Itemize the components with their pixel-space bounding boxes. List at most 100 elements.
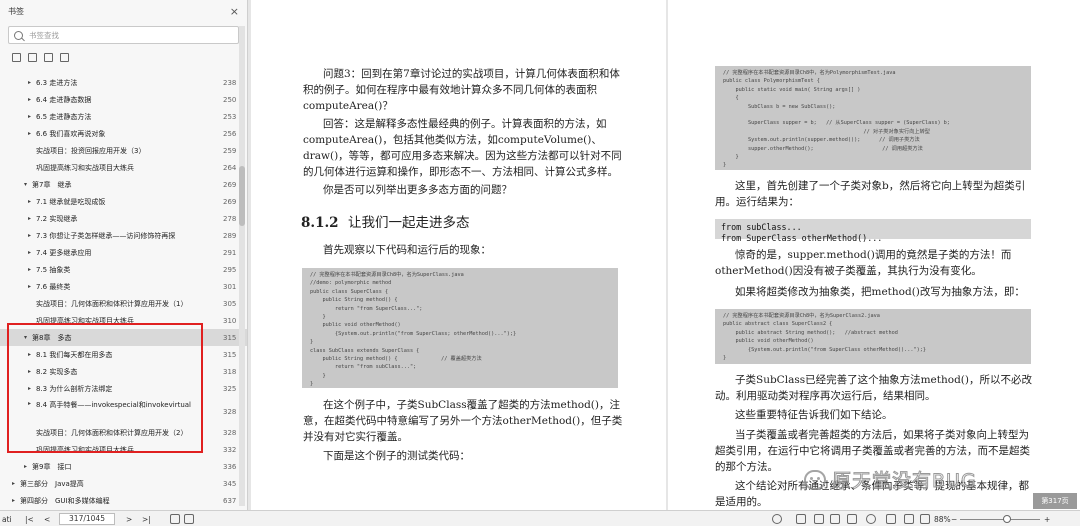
paragraph: 惊奇的是，supper.method()调用的竟然是子类的方法！而otherMe… (715, 249, 1012, 277)
toc-item-page: 332 (223, 445, 237, 454)
collapse-all-icon[interactable] (28, 53, 37, 62)
play-icon[interactable] (866, 514, 876, 524)
page-badge: 第317页 (1033, 493, 1077, 509)
toc-item[interactable]: ▾ 第7章 继承 269 (0, 176, 247, 193)
toc-item[interactable]: ▸ 7.3 你想让子类怎样继承——访问修饰符再探 289 (0, 227, 247, 244)
expanded-arrow-icon[interactable]: ▾ (24, 334, 27, 341)
toc-item[interactable]: ▸ 6.4 走进静态数据 250 (0, 91, 247, 108)
toc-item[interactable]: ▸ 第四部分 GUI和多媒体编程 637 (0, 492, 247, 509)
last-page-button[interactable]: >| (142, 513, 151, 525)
collapsed-arrow-icon[interactable]: ▸ (12, 497, 15, 504)
paragraph: 回答：这是解释多态性最经典的例子。计算表面积的方法，如computeArea()… (303, 118, 622, 178)
collapsed-arrow-icon[interactable]: ▸ (28, 400, 31, 407)
toc-item-page: 256 (223, 129, 237, 138)
collapsed-arrow-icon[interactable]: ▸ (28, 385, 31, 392)
single-page-icon[interactable] (814, 514, 824, 524)
dual-page-icon[interactable] (796, 514, 806, 524)
toc-item[interactable]: ▸ 7.4 更多继承应用 291 (0, 244, 247, 261)
toc-item[interactable]: 巩固提高练习和实战项目大练兵 332 (0, 441, 247, 458)
collapsed-arrow-icon[interactable]: ▸ (24, 463, 27, 470)
collapsed-arrow-icon[interactable]: ▸ (28, 266, 31, 273)
fit-page-icon[interactable] (886, 514, 896, 524)
toc-item-label: 7.2 实现继承 (36, 214, 78, 223)
toc-item[interactable]: ▸ 8.4 高手特餐——invokespecial和invokevirtual 32… (0, 397, 247, 424)
toc-item-page: 278 (223, 214, 237, 223)
toc-item[interactable]: ▸ 第三部分 Java提高 345 (0, 475, 247, 492)
toc-item-page: 328 (223, 428, 237, 437)
toc-item[interactable]: ▸ 7.6 最终类 301 (0, 278, 247, 295)
paragraph: 下面是这个例子的测试类代码： (323, 450, 470, 462)
collapsed-arrow-icon[interactable]: ▸ (12, 480, 15, 487)
sidebar-scrollbar[interactable] (239, 26, 245, 506)
expand-all-icon[interactable] (12, 53, 21, 62)
toc-item[interactable]: ▸ 6.6 我们喜欢再说对象 256 (0, 125, 247, 142)
toc-item-page: 637 (223, 496, 237, 505)
fit-width-icon[interactable] (904, 514, 914, 524)
output-block: from subClass... from SuperClass otherMe… (715, 219, 1031, 243)
expanded-arrow-icon[interactable]: ▾ (24, 181, 27, 188)
toc-item[interactable]: ▾ 第8章 多态 315 (0, 329, 247, 346)
bookmark-tree: ▸ 6.3 走进方法 238 ▸ 6.4 走进静态数据 250 ▸ 6.5 走进静态方法 253… (0, 74, 247, 526)
close-icon[interactable]: × (230, 5, 239, 18)
toc-item[interactable]: ▸ 8.1 我们每天都在用多态 315 (0, 346, 247, 363)
zoom-in-button[interactable]: + (1044, 513, 1050, 525)
next-page-button[interactable]: > (126, 513, 132, 525)
collapsed-arrow-icon[interactable]: ▸ (28, 96, 31, 103)
pdf-reader-window: 书签 × 书签查找 ▸ 6.3 走进方法 238 ▸ 6.4 走进静态数据 250 ▸ 6.5… (0, 0, 1080, 526)
zoom-slider-knob[interactable] (1003, 515, 1011, 523)
toc-item[interactable]: ▸ 第9章 接口 336 (0, 458, 247, 475)
toc-item[interactable]: ▸ 8.3 为什么剖析方法绑定 325 (0, 380, 247, 397)
paragraph: 子类SubClass已经完善了这个抽象方法method()，所以不必改动。利用驱… (715, 374, 1032, 402)
scrollbar-thumb[interactable] (239, 166, 245, 226)
toc-item[interactable]: ▸ 8.2 实现多态 318 (0, 363, 247, 380)
toc-item[interactable]: 实战项目：投资回报应用开发（3） 259 (0, 142, 247, 159)
collapsed-arrow-icon[interactable]: ▸ (28, 283, 31, 290)
add-bookmark-icon[interactable] (44, 53, 53, 62)
zoom-level: 88% (934, 514, 951, 524)
forward-icon[interactable] (184, 514, 194, 524)
toc-item-label: 7.3 你想让子类怎样继承——访问修饰符再探 (36, 231, 176, 240)
toc-item[interactable]: 巩固提高练习和实战项目大练兵 310 (0, 312, 247, 329)
collapsed-arrow-icon[interactable]: ▸ (28, 232, 31, 239)
toc-item-label: 6.3 走进方法 (36, 78, 78, 87)
page-number-input[interactable]: 317/1045 (59, 513, 115, 525)
back-icon[interactable] (170, 514, 180, 524)
toc-item-label: 8.2 实现多态 (36, 367, 78, 376)
toc-item-page: 310 (223, 316, 237, 325)
left-label: ati (2, 514, 12, 524)
eye-icon[interactable] (772, 514, 782, 524)
toc-item-page: 238 (223, 78, 237, 87)
zoom-slider[interactable] (960, 519, 1040, 520)
collapsed-arrow-icon[interactable]: ▸ (28, 351, 31, 358)
prev-page-button[interactable]: < (44, 513, 50, 525)
collapsed-arrow-icon[interactable]: ▸ (28, 113, 31, 120)
toc-item-page: 295 (223, 265, 237, 274)
collapsed-arrow-icon[interactable]: ▸ (28, 130, 31, 137)
bookmark-search-input[interactable]: 书签查找 (8, 26, 239, 44)
toc-item-page: 315 (223, 333, 237, 342)
collapsed-arrow-icon[interactable]: ▸ (28, 368, 31, 375)
collapsed-arrow-icon[interactable]: ▸ (28, 215, 31, 222)
first-page-button[interactable]: |< (25, 513, 34, 525)
continuous-page-icon[interactable] (830, 514, 840, 524)
zoom-out-button[interactable]: − (951, 513, 957, 525)
toc-item[interactable]: ▸ 7.1 继承就是吃现成饭 269 (0, 193, 247, 210)
book-view-icon[interactable] (847, 514, 857, 524)
toc-item[interactable]: 实战项目：几何体面积和体积计算应用开发（2） 328 (0, 424, 247, 441)
toc-item[interactable]: 实战项目：几何体面积和体积计算应用开发（1） 305 (0, 295, 247, 312)
toc-item[interactable]: 巩固提高练习和实战项目大练兵 264 (0, 159, 247, 176)
rotate-icon[interactable] (920, 514, 930, 524)
bookmark-icon[interactable] (60, 53, 69, 62)
toc-item[interactable]: ▸ 7.5 抽象类 295 (0, 261, 247, 278)
collapsed-arrow-icon[interactable]: ▸ (28, 198, 31, 205)
toc-item[interactable]: ▸ 6.5 走进静态方法 253 (0, 108, 247, 125)
code-block: // 完整程序在本书配套资源目录Ch8中，名为PolymorphismTest.… (715, 66, 1031, 170)
section-heading: 8.1.2 让我们一起走进多态 (301, 211, 470, 231)
collapsed-arrow-icon[interactable]: ▸ (28, 79, 31, 86)
toc-item-page: 315 (223, 350, 237, 359)
toc-item[interactable]: ▸ 7.2 实现继承 278 (0, 210, 247, 227)
toc-item-page: 259 (223, 146, 237, 155)
toc-item[interactable]: ▸ 6.3 走进方法 238 (0, 74, 247, 91)
collapsed-arrow-icon[interactable]: ▸ (28, 249, 31, 256)
toc-item-label: 第8章 多态 (32, 333, 72, 342)
